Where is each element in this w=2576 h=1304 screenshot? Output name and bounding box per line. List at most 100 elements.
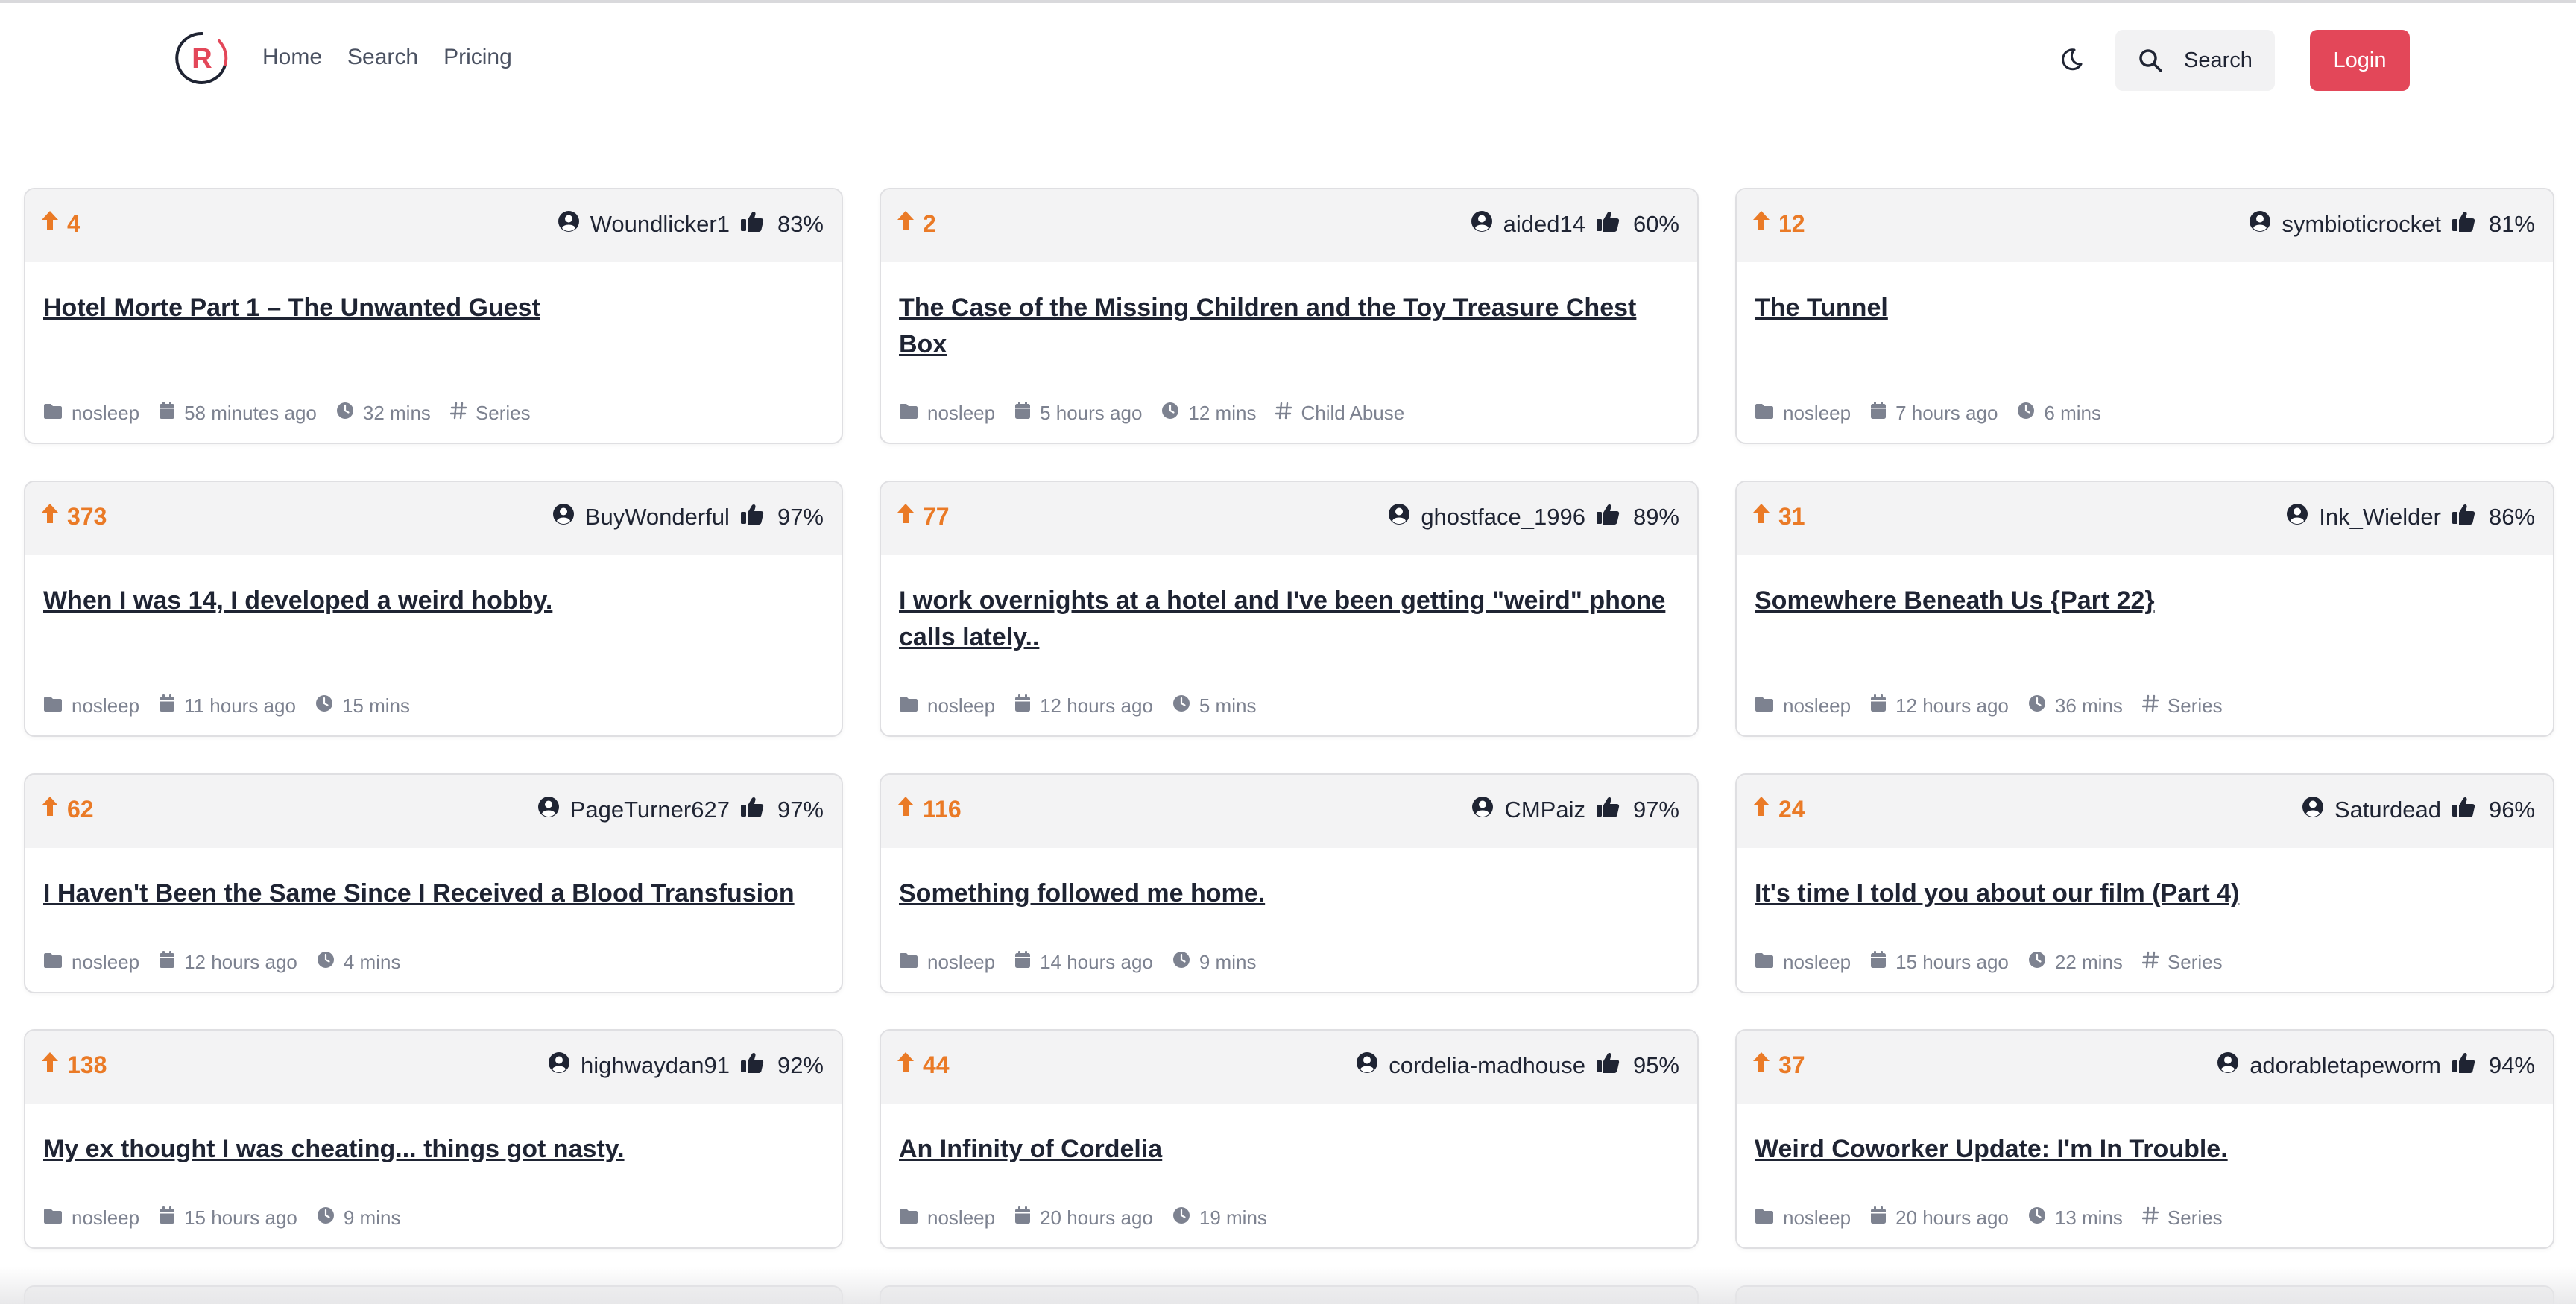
author-name[interactable]: symbioticrocket: [2282, 211, 2441, 238]
author-name[interactable]: CMPaiz: [1504, 797, 1585, 823]
subreddit-label: nosleep: [1783, 951, 1852, 973]
upvote-count[interactable]: 2: [896, 209, 936, 238]
calendar-icon: [1014, 1206, 1031, 1229]
upvote-arrow-icon[interactable]: [1752, 795, 1771, 823]
story-card: 373 BuyWonderful 97% When I was 14, I devel…: [24, 481, 843, 737]
nav-links: Home Search Pricing: [262, 45, 512, 70]
upvote-arrow-icon[interactable]: [896, 502, 915, 531]
nav-pricing-link[interactable]: Pricing: [443, 45, 512, 70]
upvote-arrow-icon[interactable]: [896, 1051, 915, 1079]
story-meta: nosleep 7 hours ago 6 mins: [1755, 402, 2121, 425]
story-title-link[interactable]: Weird Coworker Update: I'm In Trouble.: [1755, 1131, 2531, 1168]
upvote-count[interactable]: 77: [896, 502, 950, 531]
posted-time: 58 minutes ago: [184, 402, 317, 424]
folder-icon: [1755, 402, 1774, 425]
user-icon: [1471, 210, 1493, 238]
upvote-count-value: 12: [1778, 209, 1805, 237]
thumbs-up-icon: [740, 210, 764, 238]
rating-percent: 83%: [777, 211, 824, 237]
clock-icon: [336, 402, 354, 425]
story-meta: nosleep 15 hours ago 22 mins Series: [1755, 951, 2242, 974]
nav-home-link[interactable]: Home: [262, 45, 322, 70]
story-card-header: 44 cordelia-madhouse 95%: [881, 1031, 1697, 1104]
subreddit-label-item: nosleep: [43, 1206, 139, 1229]
search-button[interactable]: Search: [2115, 30, 2275, 91]
folder-icon: [43, 402, 63, 425]
posted-time-item: 15 hours ago: [1870, 951, 2009, 974]
calendar-icon: [159, 951, 175, 974]
upvote-count[interactable]: 12: [1752, 209, 1805, 238]
user-icon: [552, 503, 575, 531]
folder-icon: [899, 1206, 918, 1229]
author-name[interactable]: BuyWonderful: [585, 504, 730, 531]
upvote-count[interactable]: 62: [40, 795, 94, 823]
upvote-arrow-icon[interactable]: [40, 209, 60, 238]
author-name[interactable]: Woundlicker1: [590, 211, 730, 238]
author-name[interactable]: PageTurner627: [570, 797, 730, 823]
posted-time: 20 hours ago: [1040, 1206, 1153, 1229]
folder-icon: [43, 951, 63, 974]
subreddit-label-item: nosleep: [1755, 694, 1851, 718]
author-name[interactable]: highwaydan91: [581, 1052, 730, 1079]
story-meta: nosleep 20 hours ago 13 mins Series: [1755, 1206, 2242, 1229]
story-title-link[interactable]: Hotel Morte Part 1 – The Unwanted Guest: [43, 290, 819, 326]
story-title-link[interactable]: When I was 14, I developed a weird hobby…: [43, 583, 819, 619]
upvote-arrow-icon[interactable]: [1752, 502, 1771, 531]
author-name[interactable]: ghostface_1996: [1421, 504, 1585, 531]
nav-search-link[interactable]: Search: [347, 45, 418, 70]
author-name[interactable]: aided14: [1503, 211, 1585, 238]
posted-time: 12 hours ago: [184, 951, 297, 973]
upvote-count[interactable]: 37: [1752, 1051, 1805, 1079]
upvote-arrow-icon[interactable]: [1752, 1051, 1771, 1079]
rating-percent: 92%: [777, 1052, 824, 1078]
subreddit-label-item: nosleep: [1755, 402, 1851, 425]
hashtag-icon: [2141, 1206, 2159, 1229]
site-logo[interactable]: R: [174, 31, 230, 86]
upvote-count[interactable]: 44: [896, 1051, 950, 1079]
rating-percent: 95%: [1632, 1052, 1679, 1078]
author-name[interactable]: Saturdead: [2334, 797, 2441, 823]
story-title-link[interactable]: The Case of the Missing Children and the…: [899, 290, 1675, 363]
story-tag: Series: [2167, 1206, 2223, 1229]
upvote-count[interactable]: 373: [40, 502, 107, 531]
read-time-item: 32 mins: [336, 402, 431, 425]
story-card-header: 37 adorabletapeworm 94%: [1737, 1031, 2553, 1104]
story-title-link[interactable]: Something followed me home.: [899, 876, 1675, 912]
upvote-count[interactable]: 24: [1752, 795, 1805, 823]
clock-icon: [317, 951, 335, 974]
upvote-count[interactable]: 116: [896, 795, 962, 823]
dark-mode-toggle-icon[interactable]: [2058, 46, 2085, 73]
upvote-count[interactable]: 31: [1752, 502, 1805, 531]
story-title-link[interactable]: An Infinity of Cordelia: [899, 1131, 1675, 1168]
login-button[interactable]: Login: [2310, 30, 2410, 91]
upvote-count[interactable]: 4: [40, 209, 80, 238]
story-title-link[interactable]: I work overnights at a hotel and I've be…: [899, 583, 1675, 656]
upvote-arrow-icon[interactable]: [896, 795, 915, 823]
story-title-link[interactable]: It's time I told you about our film (Par…: [1755, 876, 2531, 912]
story-title-link[interactable]: Somewhere Beneath Us {Part 22}: [1755, 583, 2531, 619]
story-title-link[interactable]: The Tunnel: [1755, 290, 2531, 326]
upvote-arrow-icon[interactable]: [896, 209, 915, 238]
posted-time: 11 hours ago: [184, 694, 296, 717]
user-icon: [1471, 796, 1494, 824]
posted-time-item: 15 hours ago: [159, 1206, 297, 1229]
upvote-arrow-icon[interactable]: [40, 795, 60, 823]
upvote-arrow-icon[interactable]: [40, 502, 60, 531]
subreddit-label: nosleep: [1783, 1206, 1852, 1229]
story-card-header: 138 highwaydan91 92%: [25, 1031, 842, 1104]
author-name[interactable]: cordelia-madhouse: [1389, 1052, 1585, 1079]
author-name[interactable]: adorabletapeworm: [2250, 1052, 2441, 1079]
story-title-link[interactable]: I Haven't Been the Same Since I Received…: [43, 876, 819, 912]
story-card: 2 aided14 60% The Case of the Missing Child…: [880, 188, 1699, 444]
clock-icon: [1172, 694, 1190, 718]
story-card: 138 highwaydan91 92% My ex thought I was ch…: [24, 1029, 843, 1249]
story-meta: nosleep 14 hours ago 9 mins: [899, 951, 1275, 974]
logo-letter: R: [192, 43, 212, 75]
author-name[interactable]: Ink_Wielder: [2319, 504, 2441, 531]
upvote-arrow-icon[interactable]: [1752, 209, 1771, 238]
read-time-item: 19 mins: [1172, 1206, 1267, 1229]
upvote-arrow-icon[interactable]: [40, 1051, 60, 1079]
calendar-icon: [1014, 694, 1031, 718]
story-title-link[interactable]: My ex thought I was cheating... things g…: [43, 1131, 819, 1168]
upvote-count[interactable]: 138: [40, 1051, 107, 1079]
